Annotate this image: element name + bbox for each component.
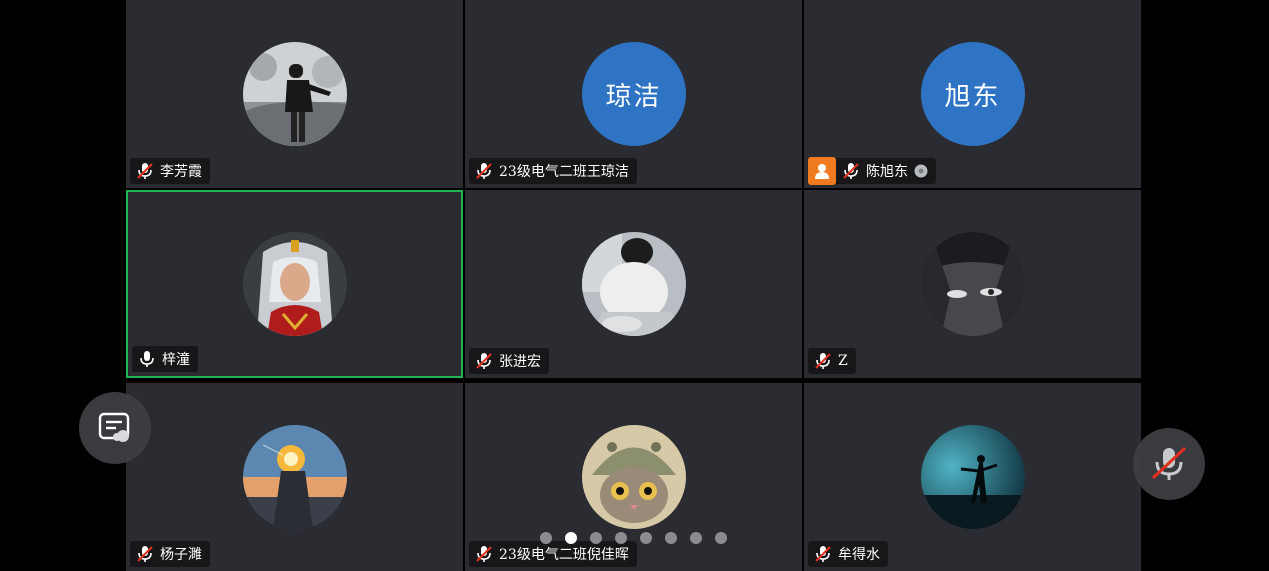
participant-tile[interactable]: 琼洁 23级电气二班王琼洁 [465, 0, 802, 188]
participant-name-tag: Z [808, 348, 856, 374]
participant-name-tag: 牟得水 [808, 541, 888, 567]
participant-name: 梓潼 [162, 352, 190, 368]
mic-muted-icon [137, 163, 153, 179]
chat-list-button[interactable] [79, 392, 151, 464]
participant-name: 23级电气二班王琼洁 [499, 164, 629, 180]
participant-tile[interactable]: 旭东 陈旭东 [804, 0, 1141, 188]
page-dot[interactable] [615, 532, 627, 544]
avatar [581, 232, 686, 336]
participant-tile[interactable]: 杨子濉 [126, 383, 463, 571]
photo-warrior-icon [242, 232, 347, 336]
network-status-icon [914, 164, 928, 178]
avatar: 琼洁 [581, 42, 686, 146]
mic-muted-icon [843, 163, 859, 179]
photo-cat-icon [581, 425, 686, 529]
avatar [920, 232, 1025, 336]
video-grid: 李芳霞 琼洁 23级电气二班王琼洁 旭东 陈旭东 梓潼 张进宏 Z 杨子濉 23… [126, 0, 1142, 571]
photo-person-snow-icon [242, 42, 347, 146]
page-dot-current[interactable] [565, 532, 577, 544]
photo-person-sitting-icon [581, 232, 686, 336]
avatar [581, 425, 686, 529]
participant-name-tag: 陈旭东 [808, 157, 936, 185]
participant-name-tag: 23级电气二班王琼洁 [469, 158, 637, 184]
host-badge [808, 157, 836, 185]
mic-muted-icon [476, 163, 492, 179]
participant-tile[interactable]: 牟得水 [804, 383, 1141, 571]
page-dot[interactable] [715, 532, 727, 544]
participant-name: 23级电气二班倪佳晖 [499, 547, 629, 563]
participant-tile-active-speaker[interactable]: 梓潼 [126, 190, 463, 378]
participant-name-tag: 23级电气二班倪佳晖 [469, 541, 637, 567]
participant-name: 杨子濉 [160, 547, 202, 563]
participant-name: 牟得水 [838, 547, 880, 563]
mic-muted-icon [137, 546, 153, 562]
participant-name-tag: 杨子濉 [130, 541, 210, 567]
photo-anime-dark-icon [920, 232, 1025, 336]
avatar [242, 42, 347, 146]
page-dot[interactable] [690, 532, 702, 544]
participant-name-tag: 梓潼 [132, 346, 198, 372]
mic-muted-icon [815, 546, 831, 562]
page-dot[interactable] [590, 532, 602, 544]
photo-fire-head-icon [242, 425, 347, 529]
avatar [242, 425, 347, 529]
photo-silhouette-sky-icon [920, 425, 1025, 529]
mute-toggle-button[interactable] [1133, 428, 1205, 500]
page-dot[interactable] [640, 532, 652, 544]
page-dot[interactable] [665, 532, 677, 544]
chat-list-icon [98, 412, 130, 442]
mic-muted-icon [815, 353, 831, 369]
mic-muted-icon [476, 546, 492, 562]
participant-tile[interactable]: Z [804, 190, 1141, 378]
host-person-icon [815, 164, 829, 179]
participant-name-tag: 李芳霞 [130, 158, 210, 184]
mic-on-icon [140, 351, 154, 367]
participant-name: Z [838, 353, 848, 369]
page-dot[interactable] [540, 532, 552, 544]
participant-tile[interactable]: 张进宏 [465, 190, 802, 378]
avatar [242, 232, 347, 336]
page-indicator [540, 532, 727, 544]
participant-name: 陈旭东 [866, 164, 908, 180]
mic-muted-icon [1151, 446, 1187, 480]
participant-tile[interactable]: 李芳霞 [126, 0, 463, 188]
participant-name-tag: 张进宏 [469, 348, 549, 374]
avatar [920, 425, 1025, 529]
participant-name: 李芳霞 [160, 164, 202, 180]
mic-muted-icon [476, 353, 492, 369]
avatar: 旭东 [920, 42, 1025, 146]
participant-name: 张进宏 [499, 354, 541, 370]
